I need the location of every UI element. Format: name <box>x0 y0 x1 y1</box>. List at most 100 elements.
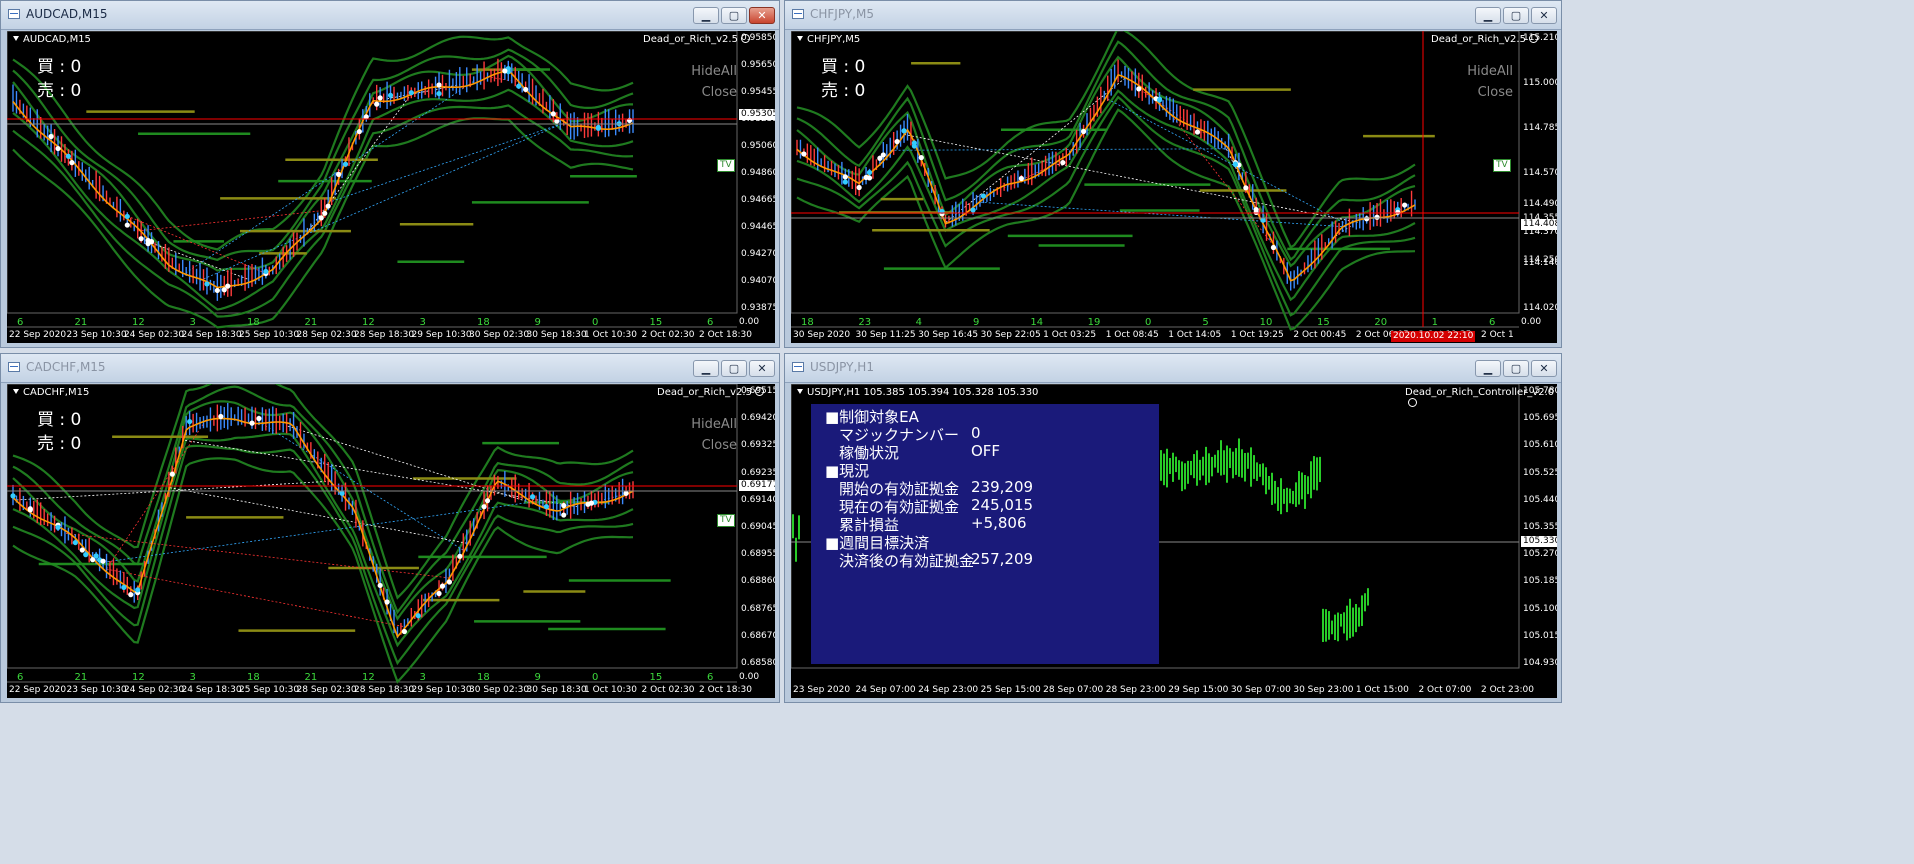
title-bar[interactable]: AUDCAD,M15 ▁ ▢ ✕ <box>1 1 779 30</box>
time-tick-label: 25 Sep 15:00 <box>980 685 1041 695</box>
signal-marker <box>1364 216 1370 222</box>
maximize-button[interactable]: ▢ <box>1503 360 1529 377</box>
title-bar[interactable]: CADCHF,M15 ▁ ▢ ✕ <box>1 354 779 383</box>
signal-marker <box>842 179 848 185</box>
close-icon: ✕ <box>1539 9 1549 22</box>
signal-marker <box>387 92 394 98</box>
time-tick-label: 2 Oct 02:30 <box>641 330 695 340</box>
price-tick-label: 0.94860 <box>741 168 775 178</box>
tv-button[interactable]: TV <box>717 514 735 527</box>
session-tick-number: 3 <box>189 317 196 328</box>
close-button[interactable]: ✕ <box>1531 360 1557 377</box>
signal-marker <box>561 502 567 509</box>
price-tick-label: 0.69325 <box>741 440 775 451</box>
price-chart <box>7 384 738 684</box>
time-tick-label: 28 Sep 18:30 <box>354 330 415 340</box>
hideall-close-labels[interactable]: HideAll Close <box>691 61 737 103</box>
signal-marker <box>384 599 390 605</box>
window-title: AUDCAD,M15 <box>26 7 108 21</box>
minimize-button[interactable]: ▁ <box>1475 360 1501 377</box>
price-tick-label: 0.95650 <box>741 60 775 70</box>
signal-marker <box>980 193 987 199</box>
session-tick-number: 18 <box>247 317 260 328</box>
hideall-close-labels[interactable]: HideAll Close <box>691 414 737 456</box>
price-tick-label: 0.68860 <box>741 576 775 587</box>
hideall-button[interactable]: HideAll <box>691 414 737 435</box>
signal-marker <box>866 169 873 176</box>
minimize-icon: ▁ <box>1483 9 1493 22</box>
indicator-label: Dead_or_Rich_v2.5 <box>1431 34 1538 45</box>
signal-marker <box>502 68 508 74</box>
close-button[interactable]: ✕ <box>1531 7 1557 24</box>
time-tick-label: 25 Sep 10:30 <box>239 685 300 695</box>
window-title: USDJPY,H1 <box>810 360 874 374</box>
close-label[interactable]: Close <box>691 435 737 456</box>
minimize-button[interactable]: ▁ <box>693 7 719 24</box>
session-tick-number: 21 <box>74 672 88 683</box>
chart-window-chfjpy[interactable]: CHFJPY,M5 ▁ ▢ ✕ CHFJPY,M5 Dead_or_Rich_v… <box>784 0 1562 348</box>
time-tick-label: 1 Oct 03:25 <box>1043 330 1097 340</box>
close-button[interactable]: ✕ <box>749 360 775 377</box>
chart-area[interactable]: AUDCAD,M15 Dead_or_Rich_v2.5 買 : 0 売 : 0… <box>7 31 775 343</box>
chart-window-cadchf[interactable]: CADCHF,M15 ▁ ▢ ✕ CADCHF,M15 Dead_or_Rich… <box>0 353 780 703</box>
maximize-icon: ▢ <box>1510 9 1522 22</box>
session-tick-number: 20 <box>1374 317 1388 328</box>
hideall-button[interactable]: HideAll <box>691 61 737 82</box>
minimize-button[interactable]: ▁ <box>693 360 719 377</box>
title-bar[interactable]: CHFJPY,M5 ▁ ▢ ✕ <box>785 1 1561 30</box>
chart-window-icon <box>8 9 20 19</box>
tv-button[interactable]: TV <box>717 159 735 172</box>
price-tick-label: 105.185 <box>1523 576 1557 587</box>
chart-area[interactable]: CADCHF,M15 Dead_or_Rich_v2.5 買 : 0 売 : 0… <box>7 384 775 698</box>
signal-marker <box>1156 97 1163 103</box>
chart-window-icon <box>8 362 20 372</box>
session-tick-number: 1 <box>1431 317 1439 328</box>
chart-window-usdjpy[interactable]: USDJPY,H1 ▁ ▢ ✕ USDJPY,H1 105.385 105.39… <box>784 353 1562 703</box>
price-tick-label: 0.94665 <box>741 195 775 205</box>
signal-marker <box>561 512 567 518</box>
price-tick-label: 114.020 <box>1523 303 1557 313</box>
title-bar[interactable]: USDJPY,H1 ▁ ▢ ✕ <box>785 354 1561 383</box>
price-tick-label: 0.69420 <box>741 413 775 424</box>
price-tick-label: 0.68765 <box>741 603 775 614</box>
price-chart <box>791 31 1520 331</box>
maximize-button[interactable]: ▢ <box>721 7 747 24</box>
session-tick-number: 0 <box>1145 317 1152 328</box>
status-value: OFF <box>971 442 1001 460</box>
chart-area[interactable]: USDJPY,H1 105.385 105.394 105.328 105.33… <box>791 384 1557 698</box>
time-tick-label: 2 Oct 18:30 <box>699 685 752 695</box>
chart-area[interactable]: CHFJPY,M5 Dead_or_Rich_v2.5 買 : 0 売 : 0 … <box>791 31 1557 343</box>
close-label[interactable]: Close <box>691 82 737 103</box>
signal-marker <box>866 175 873 181</box>
hideall-close-labels[interactable]: HideAll Close <box>1467 61 1513 103</box>
signal-marker <box>523 86 529 93</box>
minimize-icon: ▁ <box>701 362 711 375</box>
time-tick-label: 30 Sep 23:00 <box>1293 685 1354 695</box>
signal-marker <box>436 590 442 597</box>
sell-count: 売 : 0 <box>37 434 82 454</box>
signal-marker <box>1374 214 1380 220</box>
minimize-button[interactable]: ▁ <box>1475 7 1501 24</box>
time-tick-label: 30 Sep 22:05 <box>980 330 1041 340</box>
signal-marker <box>169 471 175 477</box>
current-equity-value: 245,015 <box>971 496 1034 514</box>
window-title: CADCHF,M15 <box>26 360 106 374</box>
price-tick-label: 0.93875 <box>741 303 775 313</box>
session-tick-number: 3 <box>419 672 426 683</box>
hideall-button[interactable]: HideAll <box>1467 61 1513 82</box>
session-tick-number: 6 <box>707 317 714 328</box>
session-tick-number: 9 <box>534 317 541 328</box>
tv-button[interactable]: TV <box>1493 159 1511 172</box>
price-tick-label: 105.015 <box>1523 630 1557 641</box>
maximize-button[interactable]: ▢ <box>1503 7 1529 24</box>
close-button[interactable]: ✕ <box>749 7 775 24</box>
maximize-button[interactable]: ▢ <box>721 360 747 377</box>
signal-marker <box>1194 129 1201 135</box>
session-tick-number: 18 <box>477 317 490 328</box>
time-tick-label: 30 Sep 18:30 <box>526 330 587 340</box>
signal-marker <box>446 579 453 585</box>
chart-window-audcad[interactable]: AUDCAD,M15 ▁ ▢ ✕ AUDCAD,M15 Dead_or_Rich… <box>0 0 780 348</box>
signal-marker <box>415 613 421 619</box>
current-price-label: 0.95305 <box>739 109 775 120</box>
close-label[interactable]: Close <box>1467 82 1513 103</box>
